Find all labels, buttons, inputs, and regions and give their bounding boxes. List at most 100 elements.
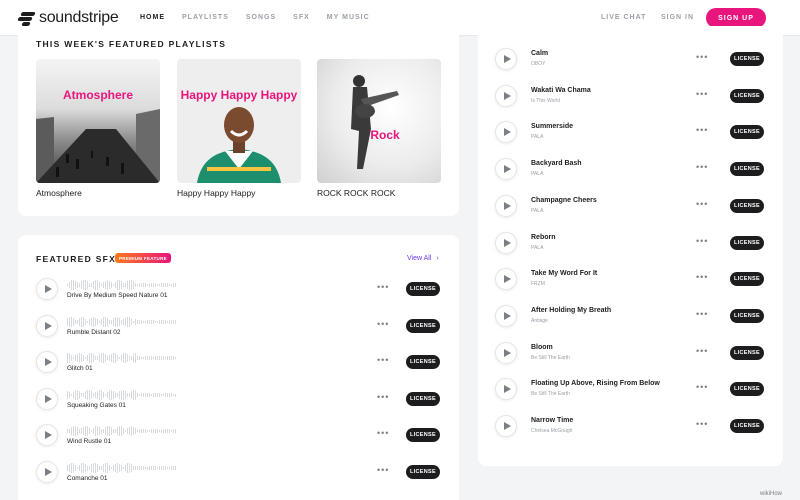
song-title[interactable]: Summerside	[531, 123, 573, 130]
song-artist[interactable]: OBOY	[531, 61, 545, 67]
waveform[interactable]	[67, 352, 176, 364]
play-button[interactable]	[495, 232, 517, 254]
playlist-caption[interactable]: Happy Happy Happy	[177, 188, 301, 198]
waveform[interactable]	[67, 316, 176, 328]
more-options-icon[interactable]: •••	[696, 125, 708, 135]
song-title[interactable]: Wakati Wa Chama	[531, 87, 591, 94]
more-options-icon[interactable]: •••	[696, 52, 708, 62]
song-artist[interactable]: FRZM	[531, 281, 545, 287]
play-button[interactable]	[495, 121, 517, 143]
play-button[interactable]	[36, 461, 58, 483]
more-options-icon[interactable]: •••	[696, 346, 708, 356]
more-options-icon[interactable]: •••	[696, 162, 708, 172]
playlist-caption[interactable]: ROCK ROCK ROCK	[317, 188, 441, 198]
song-title[interactable]: Calm	[531, 50, 548, 57]
play-button[interactable]	[495, 195, 517, 217]
more-options-icon[interactable]: •••	[696, 89, 708, 99]
live-chat-link[interactable]: LIVE CHAT	[601, 14, 646, 21]
license-button[interactable]: LICENSE	[730, 236, 764, 250]
song-title[interactable]: Bloom	[531, 344, 553, 351]
play-icon	[503, 275, 511, 283]
license-button[interactable]: LICENSE	[406, 465, 440, 479]
song-artist[interactable]: Is This World	[531, 98, 560, 104]
more-options-icon[interactable]: •••	[696, 382, 708, 392]
play-button[interactable]	[36, 388, 58, 410]
song-artist[interactable]: PALA	[531, 171, 543, 177]
license-button[interactable]: LICENSE	[730, 125, 764, 139]
license-button[interactable]: LICENSE	[730, 199, 764, 213]
playlist-atmosphere[interactable]: Atmosphere Atmosphere	[36, 59, 160, 198]
song-artist[interactable]: Antiage	[531, 318, 548, 324]
license-button[interactable]: LICENSE	[406, 392, 440, 406]
license-button[interactable]: LICENSE	[730, 272, 764, 286]
play-button[interactable]	[495, 342, 517, 364]
more-options-icon[interactable]: •••	[696, 236, 708, 246]
song-artist[interactable]: PALA	[531, 245, 543, 251]
nav-my-music[interactable]: MY MUSIC	[327, 14, 370, 21]
license-button[interactable]: LICENSE	[730, 419, 764, 433]
featured-playlists-title: THIS WEEK'S FEATURED PLAYLISTS	[36, 39, 227, 49]
song-title[interactable]: Champagne Cheers	[531, 197, 597, 204]
playlist-caption[interactable]: Atmosphere	[36, 188, 160, 198]
nav-sfx[interactable]: SFX	[293, 14, 310, 21]
playlist-rock[interactable]: Rock ROCK ROCK ROCK	[317, 59, 441, 198]
license-button[interactable]: LICENSE	[406, 428, 440, 442]
license-button[interactable]: LICENSE	[406, 282, 440, 296]
nav-playlists[interactable]: PLAYLISTS	[182, 14, 229, 21]
song-title[interactable]: Take My Word For It	[531, 270, 597, 277]
play-icon	[503, 128, 511, 136]
more-options-icon[interactable]: •••	[377, 282, 389, 292]
song-title[interactable]: After Holding My Breath	[531, 307, 611, 314]
license-button[interactable]: LICENSE	[730, 89, 764, 103]
song-title[interactable]: Floating Up Above, Rising From Below	[531, 380, 660, 387]
more-options-icon[interactable]: •••	[696, 272, 708, 282]
song-artist[interactable]: PALA	[531, 134, 543, 140]
license-button[interactable]: LICENSE	[730, 382, 764, 396]
play-button[interactable]	[495, 48, 517, 70]
play-button[interactable]	[36, 315, 58, 337]
play-icon	[44, 395, 52, 403]
logo[interactable]: soundstripe	[17, 9, 119, 27]
featured-sfx-title: FEATURED SFX	[36, 254, 117, 264]
license-button[interactable]: LICENSE	[406, 319, 440, 333]
license-button[interactable]: LICENSE	[730, 346, 764, 360]
waveform[interactable]	[67, 425, 176, 437]
play-button[interactable]	[495, 158, 517, 180]
song-artist[interactable]: PALA	[531, 208, 543, 214]
more-options-icon[interactable]: •••	[377, 355, 389, 365]
play-button[interactable]	[495, 85, 517, 107]
more-options-icon[interactable]: •••	[377, 428, 389, 438]
play-button[interactable]	[495, 415, 517, 437]
song-title[interactable]: Reborn	[531, 234, 556, 241]
license-button[interactable]: LICENSE	[730, 162, 764, 176]
more-options-icon[interactable]: •••	[696, 199, 708, 209]
song-artist[interactable]: Chelsea McGough	[531, 428, 572, 434]
more-options-icon[interactable]: •••	[696, 309, 708, 319]
license-button[interactable]: LICENSE	[406, 355, 440, 369]
play-button[interactable]	[36, 424, 58, 446]
playlist-happy[interactable]: Happy Happy Happy Happy Happy Happy	[177, 59, 301, 198]
sign-up-button[interactable]: SIGN UP	[706, 8, 766, 28]
waveform[interactable]	[67, 462, 176, 474]
sign-in-link[interactable]: SIGN IN	[661, 14, 694, 21]
view-all-link[interactable]: View All ›	[407, 255, 439, 262]
play-button[interactable]	[36, 278, 58, 300]
license-button[interactable]: LICENSE	[730, 52, 764, 66]
nav-songs[interactable]: SONGS	[246, 14, 276, 21]
song-artist[interactable]: Be Still The Earth	[531, 391, 570, 397]
more-options-icon[interactable]: •••	[377, 319, 389, 329]
license-button[interactable]: LICENSE	[730, 309, 764, 323]
play-button[interactable]	[495, 268, 517, 290]
waveform[interactable]	[67, 279, 176, 291]
more-options-icon[interactable]: •••	[377, 392, 389, 402]
song-title[interactable]: Narrow Time	[531, 417, 573, 424]
song-artist[interactable]: Be Still The Earth	[531, 355, 570, 361]
song-title[interactable]: Backyard Bash	[531, 160, 582, 167]
more-options-icon[interactable]: •••	[377, 465, 389, 475]
play-button[interactable]	[495, 378, 517, 400]
waveform[interactable]	[67, 389, 176, 401]
play-button[interactable]	[36, 351, 58, 373]
nav-home[interactable]: HOME	[140, 14, 165, 21]
more-options-icon[interactable]: •••	[696, 419, 708, 429]
play-button[interactable]	[495, 305, 517, 327]
